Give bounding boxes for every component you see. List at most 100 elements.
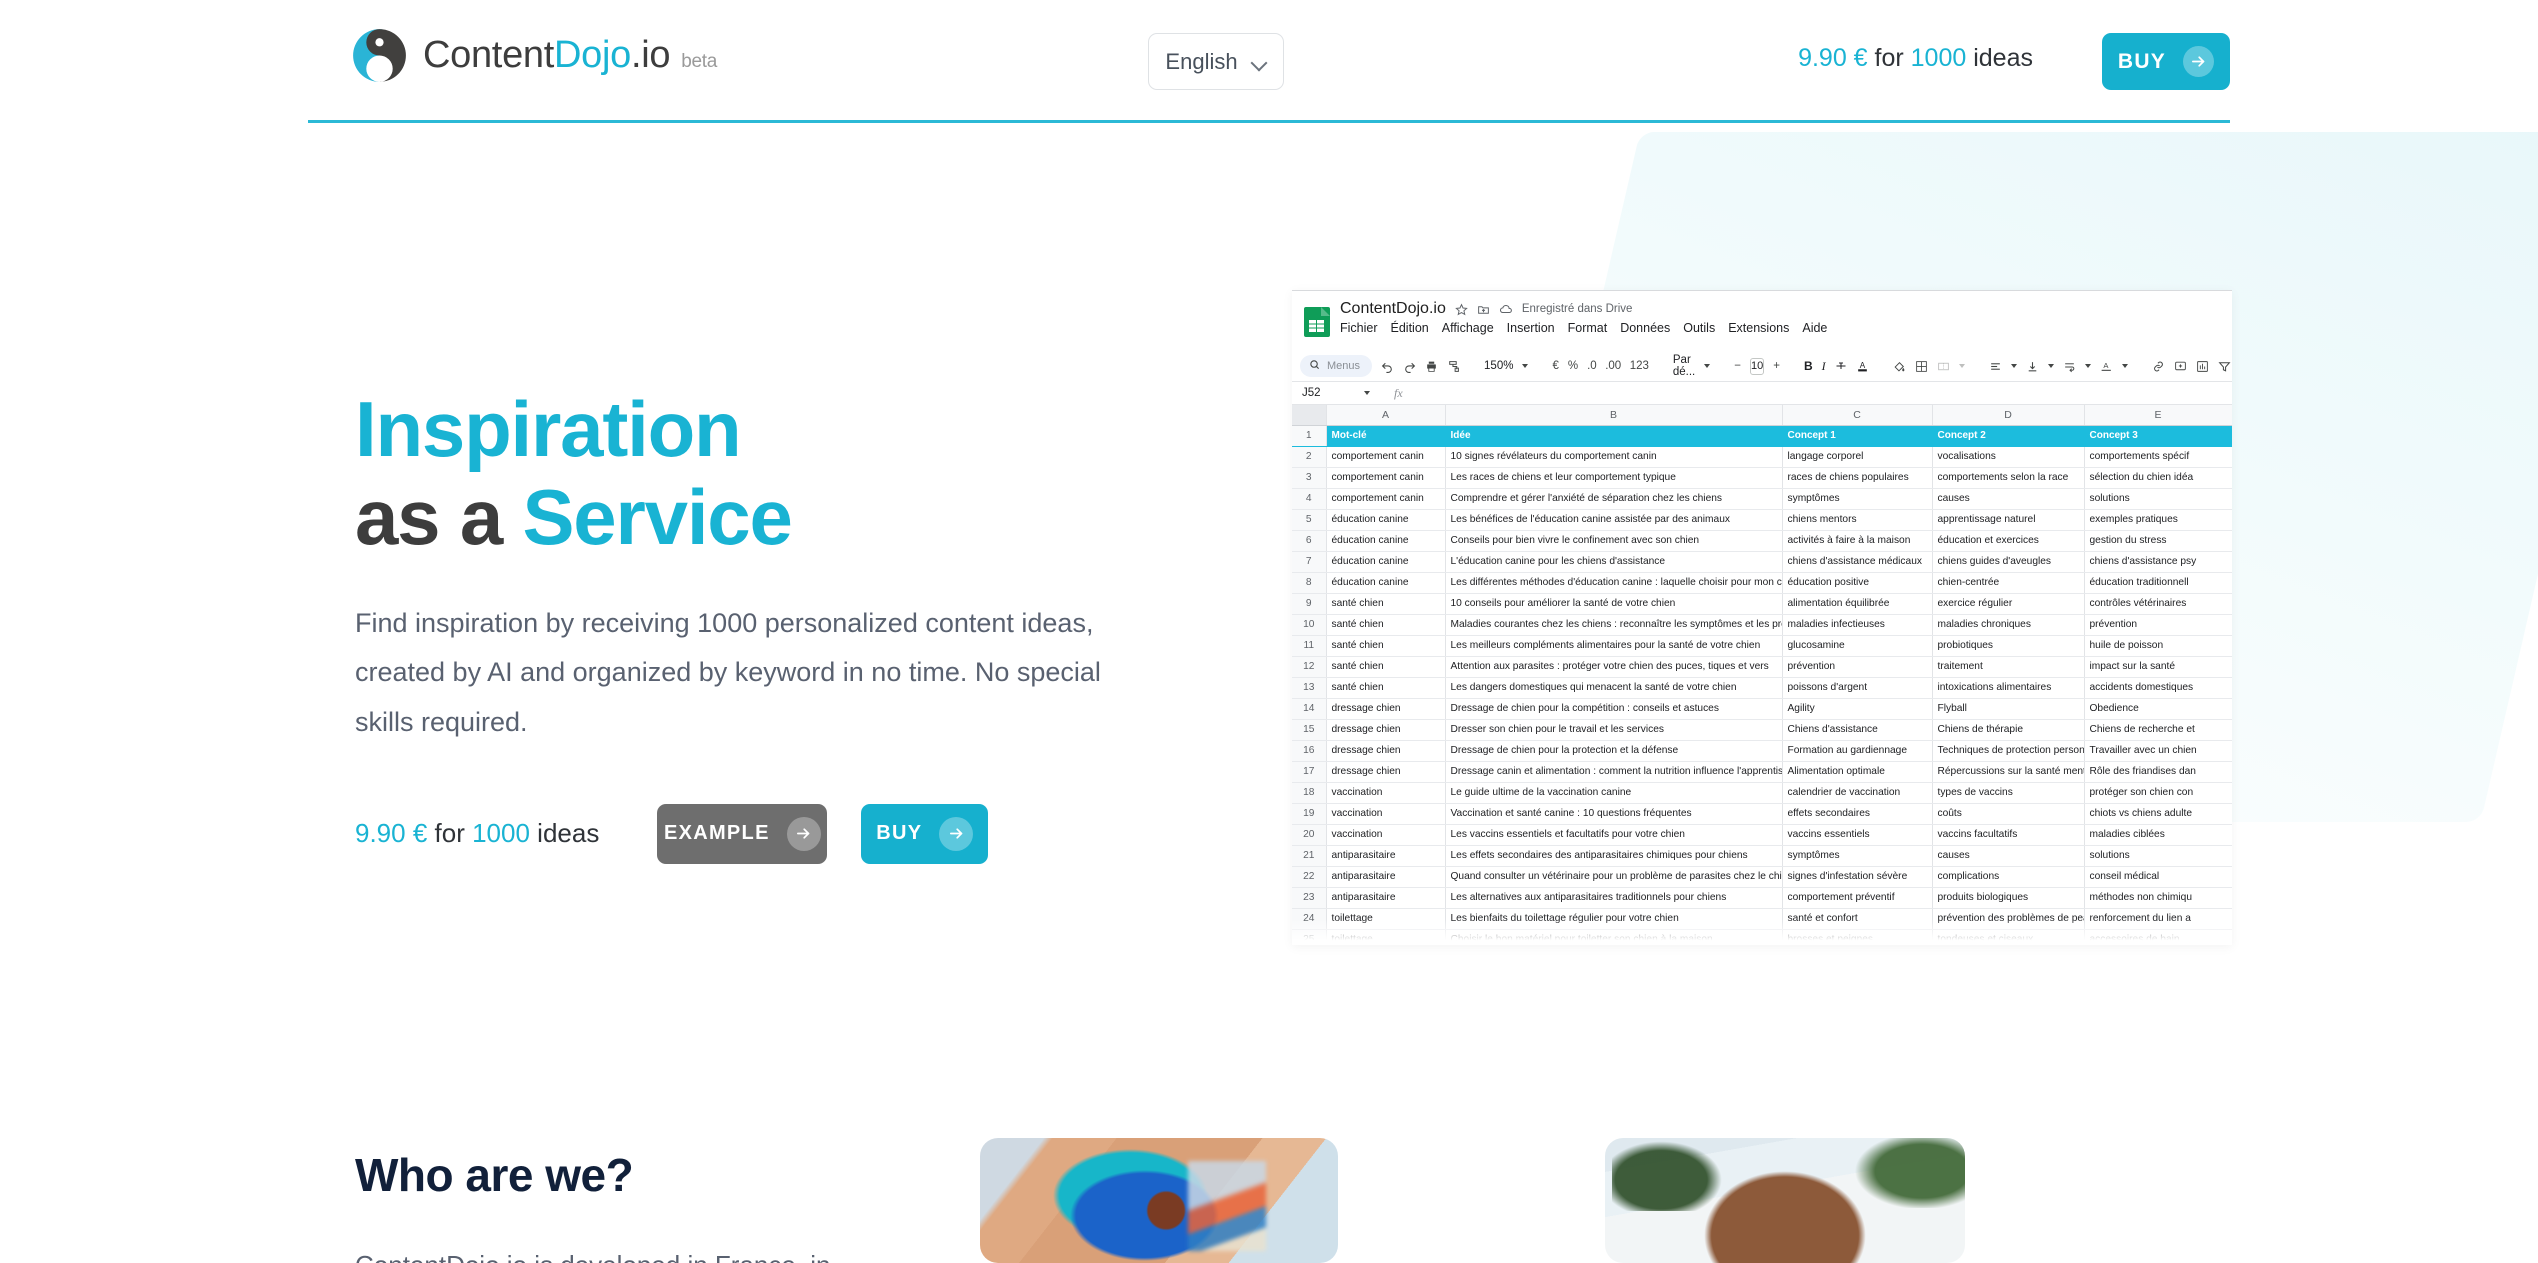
grid-cell[interactable]: races de chiens populaires <box>1782 467 1933 489</box>
spreadsheet-grid[interactable]: A B C D E 1 Mot-clé Idée Concept 1 Conce… <box>1292 405 2232 945</box>
grid-cell[interactable]: éducation traditionnell <box>2084 572 2232 594</box>
euro-icon[interactable]: € <box>1552 359 1558 374</box>
grid-cell[interactable]: contrôles vétérinaires <box>2084 593 2232 615</box>
horizontal-align-icon[interactable] <box>1989 359 2002 374</box>
grid-cell[interactable]: Attention aux parasites : protéger votre… <box>1445 656 1783 678</box>
grid-cell[interactable]: vaccination <box>1326 803 1446 825</box>
grid-cell[interactable]: antiparasitaire <box>1326 887 1446 909</box>
grid-cell[interactable]: Choisir le bon matériel pour toiletter s… <box>1445 929 1783 945</box>
grid-cell[interactable]: tondeuses et ciseaux <box>1932 929 2085 945</box>
grid-cell[interactable]: éducation canine <box>1326 551 1446 573</box>
grid-cell[interactable]: santé chien <box>1326 656 1446 678</box>
grid-cell[interactable]: Les bienfaits du toilettage régulier pou… <box>1445 908 1783 930</box>
grid-cell[interactable]: L'éducation canine pour les chiens d'ass… <box>1445 551 1783 573</box>
grid-cell[interactable]: Formation au gardiennage <box>1782 740 1933 762</box>
column-header-a[interactable]: A <box>1326 405 1446 426</box>
italic-icon[interactable]: I <box>1822 359 1826 374</box>
row-number[interactable]: 22 <box>1292 866 1327 888</box>
grid-cell[interactable]: dressage chien <box>1326 698 1446 720</box>
row-number[interactable]: 8 <box>1292 572 1327 594</box>
grid-cell[interactable]: Alimentation optimale <box>1782 761 1933 783</box>
grid-cell[interactable]: éducation canine <box>1326 530 1446 552</box>
grid-cell[interactable]: accidents domestiques <box>2084 677 2232 699</box>
row-number[interactable]: 19 <box>1292 803 1327 825</box>
grid-cell[interactable]: brosses et peignes <box>1782 929 1933 945</box>
sheet-menu-extensions[interactable]: Extensions <box>1728 321 1789 335</box>
sheet-menu-format[interactable]: Format <box>1568 321 1608 335</box>
grid-cell[interactable]: maladies infectieuses <box>1782 614 1933 636</box>
sheet-menu-outils[interactable]: Outils <box>1683 321 1715 335</box>
grid-cell[interactable]: glucosamine <box>1782 635 1933 657</box>
grid-cell[interactable]: exemples pratiques <box>2084 509 2232 531</box>
grid-cell[interactable]: Agility <box>1782 698 1933 720</box>
column-header-b[interactable]: B <box>1445 405 1783 426</box>
row-number[interactable]: 11 <box>1292 635 1327 657</box>
row-number[interactable]: 10 <box>1292 614 1327 636</box>
fill-color-icon[interactable] <box>1893 359 1906 374</box>
increase-decimal-icon[interactable]: .00 <box>1605 359 1621 374</box>
redo-icon[interactable] <box>1403 359 1416 374</box>
text-wrap-icon[interactable] <box>2063 359 2076 374</box>
grid-cell[interactable]: symptômes <box>1782 488 1933 510</box>
grid-cell[interactable]: comportements spécif <box>2084 446 2232 468</box>
brand-logo-link[interactable]: Content Dojo .io beta <box>352 28 717 83</box>
row-number[interactable]: 3 <box>1292 467 1327 489</box>
decrease-decimal-icon[interactable]: .0 <box>1587 359 1597 374</box>
row-number[interactable]: 12 <box>1292 656 1327 678</box>
row-number[interactable]: 6 <box>1292 530 1327 552</box>
grid-cell[interactable]: Les meilleurs compléments alimentaires p… <box>1445 635 1783 657</box>
grid-cell[interactable]: comportements selon la race <box>1932 467 2085 489</box>
grid-cell[interactable]: Flyball <box>1932 698 2085 720</box>
grid-cell[interactable]: santé chien <box>1326 614 1446 636</box>
grid-cell[interactable]: sélection du chien idéa <box>2084 467 2232 489</box>
row-number[interactable]: 20 <box>1292 824 1327 846</box>
grid-cell[interactable]: Les dangers domestiques qui menacent la … <box>1445 677 1783 699</box>
grid-cell[interactable]: 10 signes révélateurs du comportement ca… <box>1445 446 1783 468</box>
language-selector[interactable]: English <box>1148 33 1284 90</box>
grid-cell[interactable]: signes d'infestation sévère <box>1782 866 1933 888</box>
sheet-menu-fichier[interactable]: Fichier <box>1340 321 1378 335</box>
grid-cell[interactable]: antiparasitaire <box>1326 845 1446 867</box>
grid-corner[interactable] <box>1292 405 1327 426</box>
grid-cell[interactable]: maladies ciblées <box>2084 824 2232 846</box>
grid-cell[interactable]: éducation positive <box>1782 572 1933 594</box>
grid-cell[interactable]: Le guide ultime de la vaccination canine <box>1445 782 1783 804</box>
grid-cell[interactable]: Quand consulter un vétérinaire pour un p… <box>1445 866 1783 888</box>
row-number[interactable]: 9 <box>1292 593 1327 615</box>
grid-cell[interactable]: Chiens de recherche et <box>2084 719 2232 741</box>
row-number[interactable]: 13 <box>1292 677 1327 699</box>
row-number[interactable]: 14 <box>1292 698 1327 720</box>
row-number[interactable]: 23 <box>1292 887 1327 909</box>
grid-cell[interactable]: Dressage de chien pour la compétition : … <box>1445 698 1783 720</box>
insert-comment-icon[interactable] <box>2174 359 2187 374</box>
grid-cell[interactable]: coûts <box>1932 803 2085 825</box>
grid-cell[interactable]: impact sur la santé <box>2084 656 2232 678</box>
grid-cell[interactable]: dressage chien <box>1326 761 1446 783</box>
grid-cell[interactable]: Chiens de thérapie <box>1932 719 2085 741</box>
print-icon[interactable] <box>1425 359 1438 374</box>
grid-cell[interactable]: Dressage de chien pour la protection et … <box>1445 740 1783 762</box>
grid-cell[interactable]: éducation et exercices <box>1932 530 2085 552</box>
grid-cell[interactable]: vaccins facultatifs <box>1932 824 2085 846</box>
chevron-down-icon[interactable] <box>1522 364 1529 368</box>
row-number[interactable]: 7 <box>1292 551 1327 573</box>
grid-cell[interactable]: comportement canin <box>1326 488 1446 510</box>
strikethrough-icon[interactable] <box>1835 359 1847 374</box>
sheet-document-name[interactable]: ContentDojo.io <box>1340 300 1446 318</box>
grid-cell[interactable]: solutions <box>2084 845 2232 867</box>
header-cell-concept2[interactable]: Concept 2 <box>1932 425 2085 447</box>
paint-format-icon[interactable] <box>1447 359 1460 374</box>
grid-cell[interactable]: antiparasitaire <box>1326 866 1446 888</box>
grid-cell[interactable]: activités à faire à la maison <box>1782 530 1933 552</box>
vertical-align-icon[interactable] <box>2026 359 2039 374</box>
chevron-down-icon[interactable] <box>2121 364 2128 368</box>
grid-cell[interactable]: prévention <box>2084 614 2232 636</box>
grid-cell[interactable]: chiens guides d'aveugles <box>1932 551 2085 573</box>
sheet-menu-donnees[interactable]: Données <box>1620 321 1670 335</box>
filter-icon[interactable] <box>2218 359 2231 374</box>
grid-cell[interactable]: probiotiques <box>1932 635 2085 657</box>
header-cell-concept3[interactable]: Concept 3 <box>2084 425 2232 447</box>
sheet-menu-insertion[interactable]: Insertion <box>1507 321 1555 335</box>
sheet-menu-aide[interactable]: Aide <box>1802 321 1827 335</box>
row-number[interactable]: 16 <box>1292 740 1327 762</box>
